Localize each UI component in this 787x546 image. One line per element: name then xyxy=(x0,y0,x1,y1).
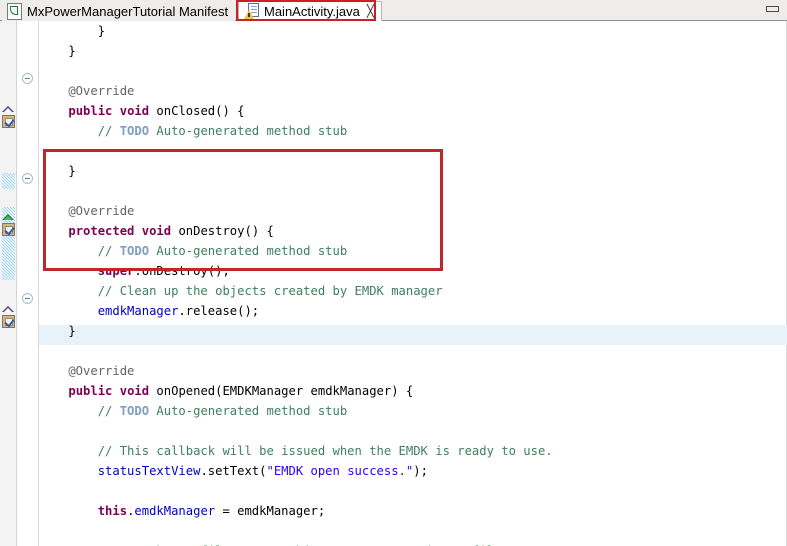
prev-annotation-marker[interactable] xyxy=(2,105,15,113)
source-code[interactable]: } } @Override public void onClosed() { /… xyxy=(39,21,787,546)
fold-collapse-onopened[interactable] xyxy=(22,293,33,304)
marker-ruler[interactable] xyxy=(0,21,17,546)
folding-ruler[interactable] xyxy=(18,21,38,546)
tab-mainactivity-label: MainActivity.java xyxy=(264,5,360,18)
fold-collapse-ondestroy[interactable] xyxy=(22,173,33,184)
change-bar-segment xyxy=(2,277,15,280)
code-text-area[interactable]: } } @Override public void onClosed() { /… xyxy=(39,21,787,546)
editor-tab-bar: MxPowerManagerTutorial Manifest MainActi… xyxy=(0,0,787,21)
fold-collapse-onclosed[interactable] xyxy=(22,73,33,84)
tab-mainactivity-java[interactable]: MainActivity.java ╳ xyxy=(238,1,382,21)
task-marker[interactable] xyxy=(2,223,15,236)
prev-annotation-marker[interactable] xyxy=(2,305,15,313)
close-icon[interactable]: ╳ xyxy=(367,5,374,17)
change-bar-segment xyxy=(2,173,15,189)
window-restore-icon[interactable] xyxy=(764,4,781,15)
code-editor[interactable]: } } @Override public void onClosed() { /… xyxy=(0,21,787,546)
task-marker[interactable] xyxy=(2,115,15,128)
xml-document-icon xyxy=(7,3,22,20)
eclipse-editor-window: MxPowerManagerTutorial Manifest MainActi… xyxy=(0,0,787,546)
java-file-warning-icon xyxy=(244,3,259,19)
tab-manifest-label: MxPowerManagerTutorial Manifest xyxy=(27,5,228,18)
tab-manifest[interactable]: MxPowerManagerTutorial Manifest xyxy=(2,1,235,21)
task-marker[interactable] xyxy=(2,315,15,328)
next-annotation-marker[interactable] xyxy=(2,213,15,221)
